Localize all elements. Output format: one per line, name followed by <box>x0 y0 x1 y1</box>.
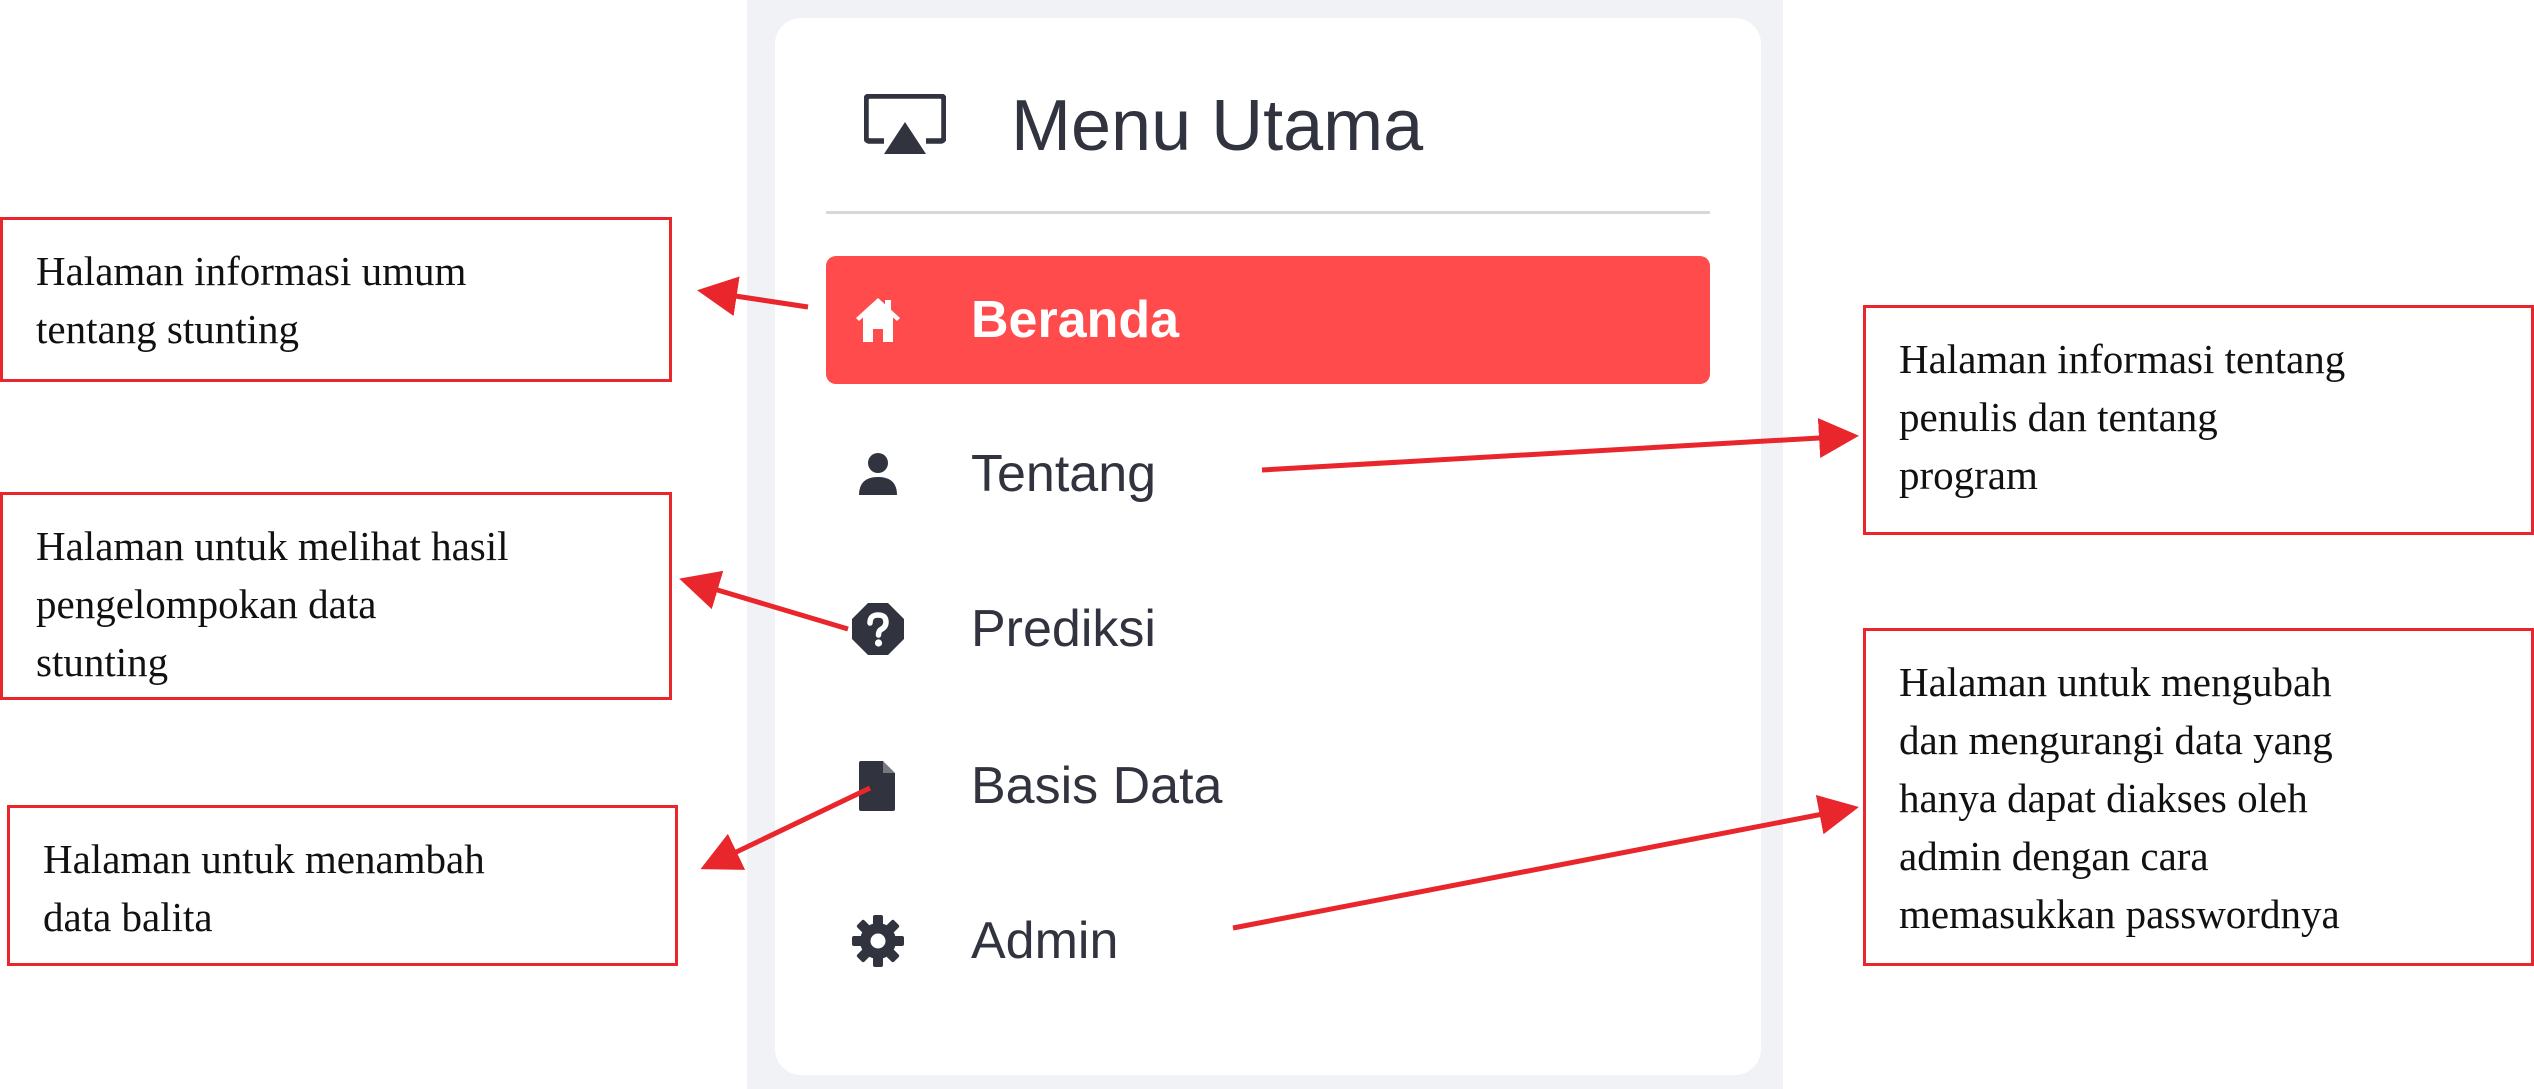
arrow-prediksi <box>679 570 849 632</box>
arrow-basis-data <box>700 785 872 870</box>
annotation-arrows <box>679 276 1859 931</box>
arrow-admin <box>1232 795 1859 931</box>
arrow-tentang <box>1261 418 1859 473</box>
arrow-beranda <box>697 276 809 316</box>
